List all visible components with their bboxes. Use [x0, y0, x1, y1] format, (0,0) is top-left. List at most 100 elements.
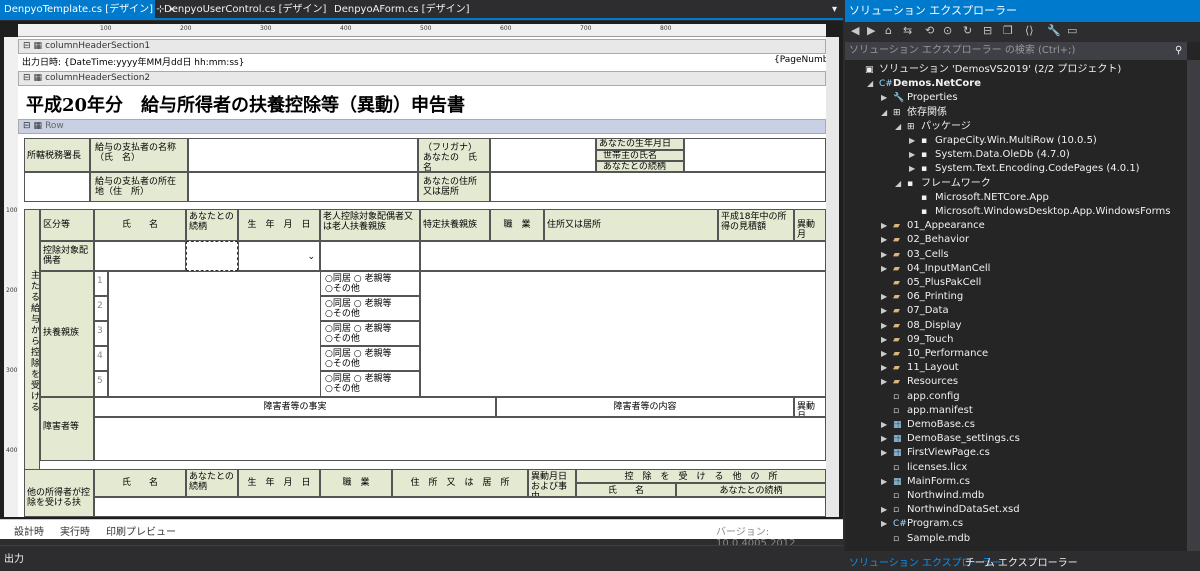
tree-item[interactable]: ▶ 🔧 Properties — [881, 91, 958, 105]
tree-item[interactable]: ▫ Northwind.mdb — [881, 489, 984, 503]
tree-item[interactable]: ▪ Microsoft.WindowsDesktop.App.WindowsFor… — [909, 205, 1171, 219]
row-section-header[interactable]: ⊟ ▦ Row — [18, 119, 826, 134]
form-title[interactable]: 平成20年分 給与所得者の扶養控除等（異動）申告書 — [26, 91, 465, 117]
tree-item[interactable]: ▶ ▰ 08_Display — [881, 319, 962, 333]
expand-icon[interactable]: ▶ — [881, 517, 893, 531]
expand-icon[interactable]: ▶ — [881, 361, 893, 375]
properties-icon[interactable]: 🔧 — [1047, 24, 1061, 37]
expand-icon[interactable]: ▶ — [881, 248, 893, 262]
preview-icon[interactable]: ▭ — [1067, 24, 1077, 37]
elder-radio-4[interactable]: ○同居 ○ 老親等 ○その他 — [320, 346, 420, 371]
pending-changes-icon[interactable]: ⊙ — [943, 24, 952, 37]
birth-field[interactable] — [684, 138, 826, 172]
tree-item[interactable]: ◢ C#Demos.NetCore — [867, 77, 981, 91]
dependents-info[interactable] — [420, 271, 826, 397]
payer-name-field[interactable] — [188, 138, 418, 172]
expand-icon[interactable]: ▶ — [881, 219, 893, 233]
spouse-name-field[interactable] — [94, 241, 186, 271]
expand-icon[interactable]: ▶ — [881, 262, 893, 276]
spouse-birth-dropdown[interactable]: ⌄ — [238, 241, 320, 271]
tab-run-time[interactable]: 実行時 — [60, 523, 90, 538]
history-icon[interactable]: ⟲ — [925, 24, 934, 37]
expand-icon[interactable]: ▶ — [881, 503, 893, 517]
expand-icon[interactable]: ▶ — [881, 91, 893, 105]
expand-icon[interactable]: ▶ — [881, 347, 893, 361]
tree-item[interactable]: ▶ ▰ 03_Cells — [881, 248, 949, 262]
expand-icon[interactable]: ▶ — [881, 432, 893, 446]
page-number[interactable]: {PageNumber — [774, 55, 826, 65]
tree-item[interactable]: ▣ ソリューション 'DemosVS2019' (2/2 プロジェクト) — [853, 63, 1121, 77]
expand-icon[interactable]: ▶ — [881, 290, 893, 304]
tree-item[interactable]: ▪ Microsoft.NETCore.App — [909, 191, 1049, 205]
expand-icon[interactable]: ▶ — [881, 475, 893, 489]
tab-design-time[interactable]: 設計時 — [14, 523, 44, 538]
tree-item[interactable]: ▫ app.manifest — [881, 404, 973, 418]
code-icon[interactable]: ⟨⟩ — [1025, 24, 1034, 37]
switch-views-icon[interactable]: ⇆ — [903, 24, 912, 37]
expand-icon[interactable]: ◢ — [895, 120, 907, 134]
chevron-down-icon[interactable]: ⌄ — [307, 252, 315, 262]
search-icon[interactable]: ⚲ — [1175, 45, 1182, 56]
your-name-field[interactable] — [490, 138, 596, 172]
template-paper[interactable]: ⊟ ▦ columnHeaderSection1 出力日時: {DateTime:y… — [18, 37, 826, 517]
tree-item[interactable]: ▶ ▰ 11_Layout — [881, 361, 959, 375]
tab-team-explorer[interactable]: チーム エクスプローラー — [965, 554, 1078, 569]
tree-item[interactable]: ◢ ▪ フレームワーク — [895, 177, 991, 191]
tree-item[interactable]: ▶ ▫ NorthwindDataSet.xsd — [881, 503, 1020, 517]
show-all-icon[interactable]: ❐ — [1003, 24, 1013, 37]
tree-item[interactable]: ▶ ▪ GrapeCity.Win.MultiRow (10.0.5) — [909, 134, 1097, 148]
collapse-icon[interactable]: ⊟ — [23, 40, 31, 53]
office-field[interactable] — [24, 172, 90, 202]
elder-radio-1[interactable]: ○同居 ○ 老親等 ○その他 — [320, 271, 420, 296]
tab-denpyo-usercontrol[interactable]: DenpyoUserControl.cs [デザイン] — [160, 0, 330, 20]
tree-item[interactable]: ▫ Sample.mdb — [881, 532, 970, 546]
elder-radio-5[interactable]: ○同居 ○ 老親等 ○その他 — [320, 371, 420, 397]
tree-item[interactable]: ▶ ▦ DemoBase_settings.cs — [881, 432, 1020, 446]
elder-radio-2[interactable]: ○同居 ○ 老親等 ○その他 — [320, 296, 420, 321]
tree-item[interactable]: ▶ ▰ 04_InputManCell — [881, 262, 990, 276]
disabled-field[interactable] — [94, 417, 826, 461]
expand-icon[interactable]: ▶ — [881, 375, 893, 389]
elder-radio-3[interactable]: ○同居 ○ 老親等 ○その他 — [320, 321, 420, 346]
tree-item[interactable]: ▫ app.config — [881, 390, 960, 404]
expand-icon[interactable]: ▶ — [881, 304, 893, 318]
tree-item[interactable]: ▫ licenses.licx — [881, 461, 967, 475]
tab-overflow-icon[interactable]: ▾ — [828, 0, 841, 20]
forward-icon[interactable]: ▶ — [867, 24, 875, 37]
expand-icon[interactable]: ▶ — [909, 134, 921, 148]
tree-item[interactable]: ▶ C#Program.cs — [881, 517, 963, 531]
expand-icon[interactable]: ◢ — [867, 77, 879, 91]
tree-item[interactable]: ◢ ⊞ 依存関係 — [881, 106, 947, 120]
se-search-input[interactable]: ソリューション エクスプローラー の検索 (Ctrl+;) — [845, 42, 1187, 60]
collapse-icon[interactable]: ⊟ — [23, 120, 31, 133]
expand-icon[interactable]: ▶ — [881, 333, 893, 347]
back-icon[interactable]: ◀ — [851, 24, 859, 37]
expand-icon[interactable]: ▶ — [881, 233, 893, 247]
tree-item[interactable]: ▶ ▰ Resources — [881, 375, 958, 389]
expand-icon[interactable]: ▶ — [909, 162, 921, 176]
expand-icon[interactable]: ▶ — [909, 148, 921, 162]
tab-print-preview[interactable]: 印刷プレビュー — [106, 523, 176, 538]
spouse-info-field[interactable] — [420, 241, 826, 271]
section-header-1[interactable]: ⊟ ▦ columnHeaderSection1 — [18, 39, 826, 54]
expand-icon[interactable]: ◢ — [895, 177, 907, 191]
tree-item[interactable]: ▶ ▰ 10_Performance — [881, 347, 988, 361]
se-scrollbar[interactable] — [1187, 60, 1200, 551]
selected-cell[interactable] — [186, 241, 238, 271]
collapse-all-icon[interactable]: ⊟ — [983, 24, 992, 37]
section-header-2[interactable]: ⊟ ▦ columnHeaderSection2 — [18, 71, 826, 86]
expand-icon[interactable]: ▶ — [881, 418, 893, 432]
tree-item[interactable]: ▶ ▰ 07_Data — [881, 304, 949, 318]
tree-item[interactable]: ▶ ▦ DemoBase.cs — [881, 418, 975, 432]
spouse-elder-field[interactable] — [320, 241, 420, 271]
tree-item[interactable]: ▶ ▦ MainForm.cs — [881, 475, 970, 489]
tree-item[interactable]: ◢ ⊞ パッケージ — [895, 120, 971, 134]
tree-item[interactable]: ▶ ▰ 02_Behavior — [881, 233, 969, 247]
collapse-icon[interactable]: ⊟ — [23, 72, 31, 85]
tree-item[interactable]: ▶ ▪ System.Data.OleDb (4.7.0) — [909, 148, 1070, 162]
expand-icon[interactable]: ▶ — [881, 319, 893, 333]
other-payer-field[interactable] — [94, 497, 826, 517]
expand-icon[interactable]: ▶ — [881, 446, 893, 460]
tree-item[interactable]: ▰ 05_PlusPakCell — [881, 276, 981, 290]
tree-item[interactable]: ▶ ▰ 09_Touch — [881, 333, 953, 347]
